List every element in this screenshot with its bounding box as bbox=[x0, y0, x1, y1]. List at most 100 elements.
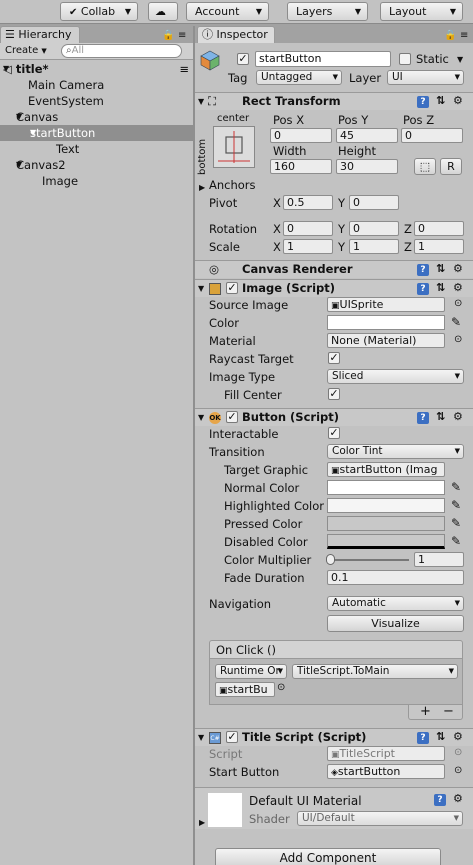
blueprint-mode-button[interactable]: ⬚ bbox=[414, 158, 436, 175]
anchors-foldout-icon[interactable]: ▶ bbox=[199, 183, 205, 192]
posz-input[interactable]: 0 bbox=[401, 128, 463, 143]
object-picker-icon[interactable]: ⊙ bbox=[277, 682, 285, 693]
help-icon[interactable]: ? bbox=[417, 412, 429, 424]
title-script-header[interactable]: ▼ C# ✓ Title Script (Script) ? ⇅ ⚙ bbox=[195, 728, 473, 746]
image-enabled-checkbox[interactable]: ✓ bbox=[226, 282, 238, 294]
fill-center-checkbox[interactable]: ✓ bbox=[328, 388, 340, 400]
help-icon[interactable]: ? bbox=[434, 794, 446, 806]
hierarchy-item-main-camera[interactable]: Main Camera bbox=[0, 77, 193, 93]
layer-dropdown[interactable]: UI ▼ bbox=[387, 70, 464, 85]
preset-icon[interactable]: ⇅ bbox=[436, 282, 445, 294]
start-button-field[interactable]: ◈startButton bbox=[327, 764, 445, 779]
rotation-y-input[interactable]: 0 bbox=[349, 221, 399, 236]
shader-dropdown[interactable]: UI/Default ▼ bbox=[297, 811, 463, 826]
source-image-field[interactable]: ▣UISprite bbox=[327, 297, 445, 312]
highlighted-color-swatch[interactable] bbox=[327, 498, 445, 513]
help-icon[interactable]: ? bbox=[417, 283, 429, 295]
layout-button[interactable]: Layout ▼ bbox=[380, 2, 463, 21]
gear-icon[interactable]: ⚙ bbox=[453, 282, 463, 294]
rotation-z-input[interactable]: 0 bbox=[414, 221, 464, 236]
button-component-header[interactable]: ▼ OK ✓ Button (Script) ? ⇅ ⚙ bbox=[195, 408, 473, 426]
create-button[interactable]: Create ▼ bbox=[2, 44, 50, 58]
eyedropper-icon[interactable]: ✎ bbox=[451, 315, 461, 329]
material-field[interactable]: None (Material) bbox=[327, 333, 445, 348]
static-dropdown-icon[interactable]: ▼ bbox=[457, 55, 463, 64]
hierarchy-item-eventsystem[interactable]: EventSystem bbox=[0, 93, 193, 109]
object-name-input[interactable]: startButton bbox=[255, 51, 391, 67]
target-graphic-field[interactable]: ▣startButton (Imag bbox=[327, 462, 445, 477]
help-icon[interactable]: ? bbox=[417, 264, 429, 276]
preset-icon[interactable]: ⇅ bbox=[436, 95, 445, 107]
active-checkbox[interactable]: ✓ bbox=[237, 53, 249, 65]
hierarchy-search-input[interactable]: ⌕All bbox=[61, 44, 182, 58]
collapse-arrow-icon[interactable]: ▼ bbox=[198, 729, 204, 746]
panel-menu-icon[interactable]: ≡ bbox=[178, 30, 186, 42]
function-dropdown[interactable]: TitleScript.ToMain ▼ bbox=[292, 664, 458, 679]
pivot-y-input[interactable]: 0 bbox=[349, 195, 399, 210]
scale-z-input[interactable]: 1 bbox=[414, 239, 464, 254]
add-component-button[interactable]: Add Component bbox=[215, 848, 441, 865]
hierarchy-item-image[interactable]: Image bbox=[0, 173, 193, 189]
transition-dropdown[interactable]: Color Tint ▼ bbox=[327, 444, 464, 459]
onclick-target-field[interactable]: ▣startBu bbox=[215, 682, 275, 697]
color-multiplier-slider-thumb[interactable] bbox=[326, 554, 335, 565]
hierarchy-item-text[interactable]: Text bbox=[0, 141, 193, 157]
title-script-enabled-checkbox[interactable]: ✓ bbox=[226, 731, 238, 743]
hierarchy-item-canvas2[interactable]: ▼ Canvas2 bbox=[0, 157, 193, 173]
collab-button[interactable]: ✔ Collab ▼ bbox=[60, 2, 138, 21]
tag-dropdown[interactable]: Untagged ▼ bbox=[256, 70, 342, 85]
object-picker-icon[interactable]: ⊙ bbox=[454, 334, 462, 345]
expand-arrow-icon[interactable]: ▼ bbox=[30, 125, 36, 141]
color-multiplier-slider-track[interactable] bbox=[329, 559, 409, 561]
button-enabled-checkbox[interactable]: ✓ bbox=[226, 411, 238, 423]
height-input[interactable]: 30 bbox=[336, 159, 398, 174]
scene-row[interactable]: ▼ ◁ title* ≡ bbox=[0, 61, 193, 77]
gear-icon[interactable]: ⚙ bbox=[453, 731, 463, 743]
object-picker-icon[interactable]: ⊙ bbox=[454, 298, 462, 309]
color-swatch[interactable] bbox=[327, 315, 445, 330]
tab-inspector[interactable]: ⓘ Inspector bbox=[197, 26, 275, 43]
rect-transform-header[interactable]: ▼ ⛶ Rect Transform ? ⇅ ⚙ bbox=[195, 92, 473, 110]
layers-button[interactable]: Layers ▼ bbox=[287, 2, 368, 21]
pressed-color-swatch[interactable] bbox=[327, 516, 445, 531]
expand-arrow-icon[interactable]: ▼ bbox=[3, 61, 9, 77]
fade-duration-input[interactable]: 0.1 bbox=[327, 570, 464, 585]
collapse-arrow-icon[interactable]: ▼ bbox=[198, 93, 204, 110]
scene-menu-icon[interactable]: ≡ bbox=[179, 61, 189, 77]
gear-icon[interactable]: ⚙ bbox=[453, 263, 463, 275]
help-icon[interactable]: ? bbox=[417, 96, 429, 108]
rotation-x-input[interactable]: 0 bbox=[283, 221, 333, 236]
expand-arrow-icon[interactable]: ▼ bbox=[16, 109, 22, 125]
help-icon[interactable]: ? bbox=[417, 732, 429, 744]
raw-edit-button[interactable]: R bbox=[440, 158, 462, 175]
runtime-dropdown[interactable]: Runtime Or ▼ bbox=[215, 664, 287, 679]
hierarchy-item-canvas[interactable]: ▼ Canvas bbox=[0, 109, 193, 125]
preset-icon[interactable]: ⇅ bbox=[436, 411, 445, 423]
hierarchy-item-startbutton[interactable]: ▼ startButton bbox=[0, 125, 193, 141]
tab-hierarchy[interactable]: ☰ Hierarchy bbox=[0, 26, 80, 43]
pivot-x-input[interactable]: 0.5 bbox=[283, 195, 333, 210]
interactable-checkbox[interactable]: ✓ bbox=[328, 427, 340, 439]
posy-input[interactable]: 45 bbox=[336, 128, 398, 143]
static-checkbox[interactable] bbox=[399, 53, 411, 65]
remove-listener-button[interactable]: − bbox=[443, 704, 454, 719]
cloud-services-button[interactable]: ☁ bbox=[148, 2, 178, 21]
anchor-presets-button[interactable] bbox=[213, 126, 255, 168]
visualize-button[interactable]: Visualize bbox=[327, 615, 464, 632]
add-listener-button[interactable]: + bbox=[420, 704, 431, 719]
collapse-arrow-icon[interactable]: ▼ bbox=[198, 280, 204, 297]
gear-icon[interactable]: ⚙ bbox=[453, 793, 463, 805]
normal-color-swatch[interactable] bbox=[327, 480, 445, 495]
lock-icon[interactable]: 🔒 bbox=[444, 30, 456, 42]
image-component-header[interactable]: ▼ ✓ Image (Script) ? ⇅ ⚙ bbox=[195, 279, 473, 297]
material-foldout-icon[interactable]: ▶ bbox=[199, 818, 205, 827]
image-type-dropdown[interactable]: Sliced ▼ bbox=[327, 369, 464, 384]
object-picker-icon[interactable]: ⊙ bbox=[454, 765, 462, 776]
collapse-arrow-icon[interactable]: ▼ bbox=[198, 409, 204, 426]
color-multiplier-input[interactable]: 1 bbox=[414, 552, 464, 567]
posx-input[interactable]: 0 bbox=[270, 128, 332, 143]
canvas-renderer-header[interactable]: ◎ Canvas Renderer ? ⇅ ⚙ bbox=[195, 260, 473, 278]
preset-icon[interactable]: ⇅ bbox=[436, 731, 445, 743]
raycast-target-checkbox[interactable]: ✓ bbox=[328, 352, 340, 364]
account-button[interactable]: Account ▼ bbox=[186, 2, 269, 21]
